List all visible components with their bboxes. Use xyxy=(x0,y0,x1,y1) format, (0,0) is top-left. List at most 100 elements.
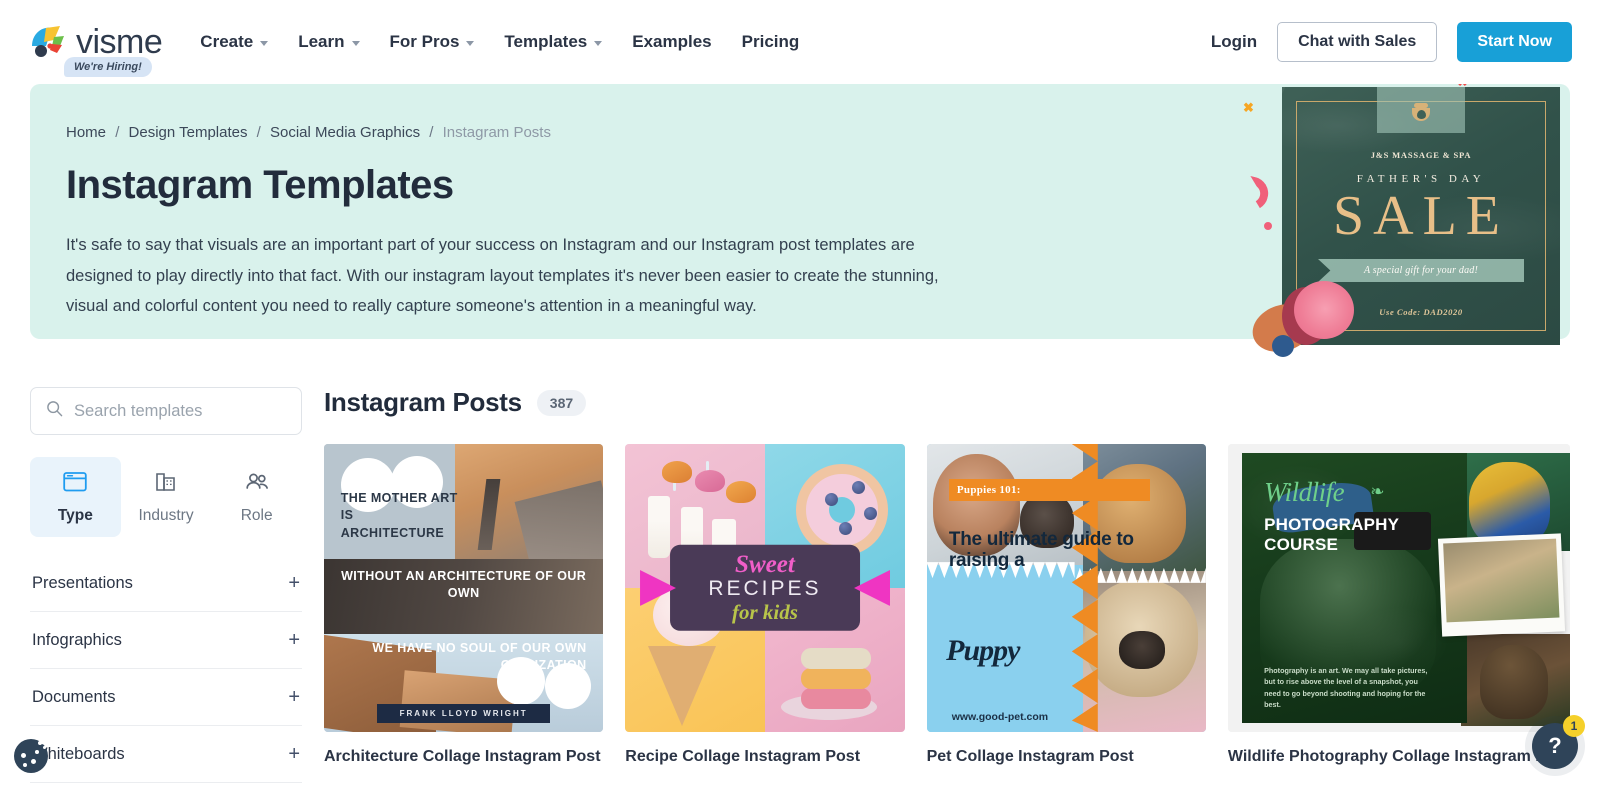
nav-label: Pricing xyxy=(741,32,800,51)
logo-text: visme xyxy=(76,22,163,61)
cookie-settings-button[interactable] xyxy=(14,739,48,773)
cookie-icon xyxy=(14,739,48,773)
breadcrumb-item-home[interactable]: Home xyxy=(66,124,106,141)
nav-item-learn[interactable]: Learn xyxy=(298,32,360,52)
nav-item-pricing[interactable]: Pricing xyxy=(742,32,800,52)
results-title: Instagram Posts xyxy=(324,387,522,417)
hiring-badge[interactable]: We're Hiring! xyxy=(64,56,152,77)
nav-item-for-pros[interactable]: For Pros xyxy=(390,32,475,52)
nav-label: Templates xyxy=(504,32,588,51)
page-description: It's safe to say that visuals are an imp… xyxy=(66,236,939,316)
buildings-icon xyxy=(154,471,178,498)
thumb-text-forkids: for kids xyxy=(731,599,798,624)
category-label: Documents xyxy=(32,687,116,706)
category-row-presentations[interactable]: Presentations + xyxy=(30,555,302,612)
breadcrumb-separator: / xyxy=(429,124,434,141)
people-icon xyxy=(244,471,270,498)
spa-bowl-icon xyxy=(1412,99,1430,121)
template-card[interactable]: Puppies 101: The ultimate guide to raisi… xyxy=(926,444,1206,766)
template-brand: J&S MASSAGE & SPA xyxy=(1370,150,1472,160)
filter-tab-role[interactable]: Role xyxy=(211,457,302,537)
search-icon xyxy=(46,400,63,422)
breadcrumb: Home / Design Templates / Social Media G… xyxy=(66,124,1524,141)
thumb-url: www.good-pet.com xyxy=(951,711,1049,724)
expand-plus-icon[interactable]: + xyxy=(288,573,300,593)
template-thumbnail[interactable]: Wildlife ❧ PHOTOGRAPHY COURSE Photograph… xyxy=(1227,444,1570,732)
breadcrumb-separator: / xyxy=(256,124,261,141)
search-templates-box[interactable] xyxy=(30,387,302,435)
recipe-collage-art: Sweet RECIPES for kids xyxy=(625,444,905,732)
leaf-icon: ❧ xyxy=(1370,482,1385,502)
filter-tab-type[interactable]: Type xyxy=(30,457,121,537)
visme-logo-icon xyxy=(30,24,70,60)
category-row-infographics[interactable]: Infographics + xyxy=(30,612,302,669)
architecture-collage-art: THE MOTHER ART IS ARCHITECTURE WITHOUT A… xyxy=(324,444,604,732)
breadcrumb-item-instagram-posts: Instagram Posts xyxy=(442,124,551,141)
expand-plus-icon[interactable]: + xyxy=(288,687,300,707)
nav-label: Create xyxy=(200,32,254,51)
nav-item-create[interactable]: Create xyxy=(200,32,269,52)
main-nav: Create Learn For Pros Templates Examples… xyxy=(200,32,799,52)
expand-plus-icon[interactable]: + xyxy=(288,630,300,650)
pet-collage-art: Puppies 101: The ultimate guide to raisi… xyxy=(926,444,1206,732)
thumb-subtitle: PHOTOGRAPHY COURSE xyxy=(1264,514,1399,554)
template-ribbon-text: A special gift for your dad! xyxy=(1363,265,1479,276)
header-actions: Login Chat with Sales Start Now xyxy=(1211,22,1572,62)
breadcrumb-item-design-templates[interactable]: Design Templates xyxy=(129,124,248,141)
template-card[interactable]: THE MOTHER ART IS ARCHITECTURE WITHOUT A… xyxy=(324,444,604,766)
thumb-text-line3: WE HAVE NO SOUL OF OUR OWN CIVILIZATION xyxy=(372,640,587,673)
filter-sidebar: Type Industry xyxy=(30,387,302,783)
help-notification-badge: 1 xyxy=(1563,715,1585,737)
logo[interactable]: visme We're Hiring! xyxy=(30,22,163,77)
filter-tab-label: Industry xyxy=(138,507,194,524)
template-thumbnail[interactable]: Puppies 101: The ultimate guide to raisi… xyxy=(926,444,1206,732)
breadcrumb-item-social-media-graphics[interactable]: Social Media Graphics xyxy=(270,124,420,141)
decor-blob-pink-icon xyxy=(1294,281,1354,339)
thumb-badge: Sweet RECIPES for kids xyxy=(639,544,860,632)
breadcrumb-separator: / xyxy=(115,124,120,141)
chevron-down-icon xyxy=(466,40,475,46)
thumb-text-sweet: Sweet xyxy=(735,551,795,579)
decor-x-orange-icon: ✖ xyxy=(1243,100,1254,115)
nav-label: Examples xyxy=(632,32,712,51)
thumb-headline: The ultimate guide to raising a xyxy=(948,529,1134,571)
search-input[interactable] xyxy=(74,401,286,421)
template-card-title: Architecture Collage Instagram Post xyxy=(324,748,601,765)
login-link[interactable]: Login xyxy=(1211,32,1257,52)
chevron-down-icon xyxy=(260,40,269,46)
chat-with-sales-button[interactable]: Chat with Sales xyxy=(1277,22,1438,62)
filter-tab-label: Role xyxy=(240,507,273,524)
template-card[interactable]: Wildlife ❧ PHOTOGRAPHY COURSE Photograph… xyxy=(1227,444,1570,766)
template-thumbnail[interactable]: Sweet RECIPES for kids xyxy=(625,444,905,732)
nav-label: Learn xyxy=(298,32,345,51)
thumb-text-recipes: RECIPES xyxy=(708,576,822,600)
category-label: Infographics xyxy=(32,630,122,649)
thumb-body-text: Photography is an art. We may all take p… xyxy=(1264,666,1428,709)
thumb-script-word: Puppy xyxy=(946,634,1020,668)
wildlife-collage-art: Wildlife ❧ PHOTOGRAPHY COURSE Photograph… xyxy=(1227,444,1570,732)
filter-tab-label: Type xyxy=(57,507,93,524)
template-promo-code: Use Code: DAD2020 xyxy=(1379,307,1463,317)
hero-section: Home / Design Templates / Social Media G… xyxy=(0,45,1600,360)
template-thumbnail[interactable]: THE MOTHER ART IS ARCHITECTURE WITHOUT A… xyxy=(324,444,604,732)
start-now-button[interactable]: Start Now xyxy=(1457,22,1572,62)
template-ribbon: A special gift for your dad! xyxy=(1318,259,1524,282)
thumb-script-word: Wildlife xyxy=(1264,476,1345,507)
template-results: Instagram Posts 387 THE MOTHER ART IS AR… xyxy=(324,387,1570,783)
help-button[interactable]: ? 1 xyxy=(1532,715,1585,769)
filter-tabs: Type Industry Role xyxy=(30,457,302,537)
nav-item-templates[interactable]: Templates xyxy=(504,32,603,52)
template-card[interactable]: Sweet RECIPES for kids Recipe Collage In… xyxy=(625,444,905,766)
nav-item-examples[interactable]: Examples xyxy=(632,32,711,52)
expand-plus-icon[interactable]: + xyxy=(288,744,300,764)
chevron-down-icon xyxy=(351,40,360,46)
decor-blob-maroon-icon xyxy=(1282,287,1330,345)
decor-dot-pink-icon xyxy=(1264,222,1272,230)
site-header: visme We're Hiring! Create Learn For Pro… xyxy=(0,0,1600,84)
template-card-title: Wildlife Photography Collage Instagram P… xyxy=(1227,748,1570,765)
category-row-whiteboards[interactable]: Whiteboards + xyxy=(30,726,302,783)
category-row-documents[interactable]: Documents + xyxy=(30,669,302,726)
filter-tab-industry[interactable]: Industry xyxy=(121,457,212,537)
nav-label: For Pros xyxy=(389,32,460,51)
template-grid: THE MOTHER ART IS ARCHITECTURE WITHOUT A… xyxy=(324,444,1570,766)
